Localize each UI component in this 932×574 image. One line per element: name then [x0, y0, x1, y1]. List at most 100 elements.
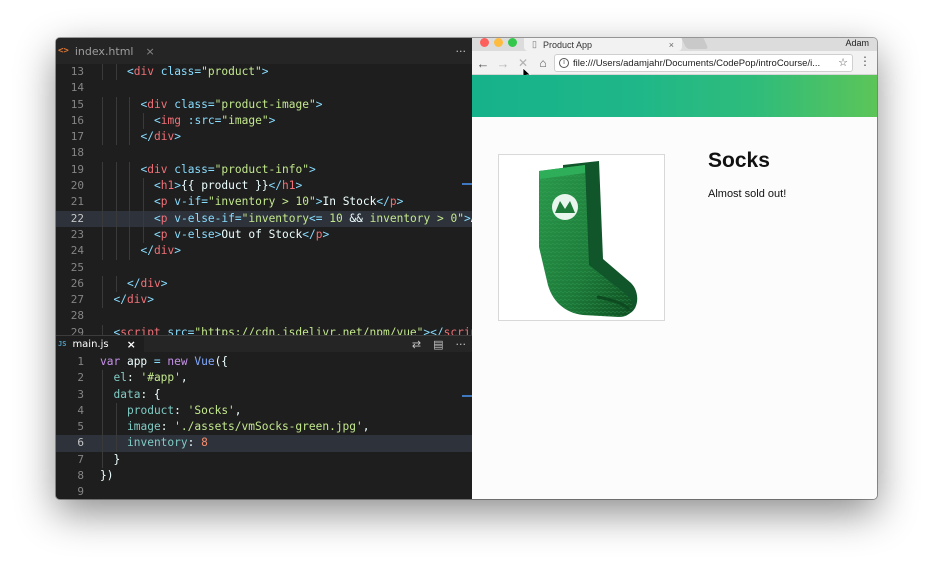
- forward-arrow-icon[interactable]: →: [494, 53, 512, 73]
- code-line[interactable]: 9: [56, 484, 472, 499]
- indent-guide: [115, 161, 117, 179]
- code-line[interactable]: 18: [56, 145, 472, 161]
- indent-guide: [142, 112, 144, 130]
- code-token: "product": [201, 65, 262, 78]
- indent-guide: [102, 451, 103, 469]
- code-token: 10: [322, 211, 350, 225]
- split-editor-icon[interactable]: ▤: [433, 338, 443, 351]
- indent-guide: [102, 435, 103, 452]
- browser-tab-product-app[interactable]: ▯ Product App ×: [524, 38, 682, 51]
- code-line[interactable]: 4 product: 'Socks',: [56, 402, 472, 420]
- more-actions-icon[interactable]: ···: [456, 45, 467, 58]
- browser-toolbar: ← → ✕ ⌂ i file:///Users/adamjahr/Documen…: [472, 51, 877, 75]
- line-number: 26: [70, 276, 84, 290]
- code-token: div: [133, 65, 154, 78]
- close-tab-icon[interactable]: ×: [146, 45, 155, 58]
- code-token: './assets/vmSocks-green.jpg': [174, 420, 363, 434]
- code-line[interactable]: 23 <p v-else>Out of Stock</p>: [56, 226, 472, 244]
- code-token: div: [140, 276, 161, 290]
- html-file-icon: <>: [58, 46, 69, 56]
- code-line[interactable]: 24 </div>: [56, 243, 472, 260]
- code-token: >: [322, 227, 330, 241]
- code-line[interactable]: 8}): [56, 468, 472, 484]
- info-icon[interactable]: i: [559, 58, 569, 68]
- minimize-window-button[interactable]: [494, 38, 503, 47]
- indent-guide: [115, 194, 117, 211]
- code-token: script: [120, 325, 161, 335]
- code-line[interactable]: 1 var app = new Vue({: [56, 354, 472, 370]
- code-line[interactable]: 3 data: {: [56, 386, 472, 403]
- code-token: :src: [187, 113, 215, 127]
- page-viewport: Socks Almost sold out!: [472, 75, 877, 499]
- js-code-view[interactable]: 1 var app = new Vue({2 el: '#app', 3 data: {…: [56, 352, 472, 499]
- code-line[interactable]: 7}: [56, 451, 472, 469]
- bookmark-star-icon[interactable]: ☆: [838, 56, 848, 69]
- code-token: </: [268, 179, 283, 193]
- home-icon[interactable]: ⌂: [534, 53, 552, 73]
- indent-guide: [115, 64, 117, 81]
- line-number: 24: [70, 244, 84, 258]
- code-token: }: [113, 452, 121, 466]
- line-number: 4: [77, 403, 84, 417]
- compare-changes-icon[interactable]: ⇄: [412, 338, 421, 351]
- profile-name[interactable]: Adam: [845, 38, 869, 48]
- indent-guide: [102, 275, 103, 293]
- code-line[interactable]: 26 </div>: [56, 275, 472, 293]
- new-tab-button[interactable]: [681, 38, 709, 49]
- indent-guide: [115, 210, 117, 227]
- code-line[interactable]: 25: [56, 260, 472, 276]
- indent-guide: [129, 210, 130, 227]
- close-tab-icon[interactable]: ×: [669, 40, 674, 50]
- code-token: =: [234, 211, 242, 225]
- code-line[interactable]: 27 </div>: [56, 292, 472, 309]
- close-tab-icon[interactable]: ×: [127, 338, 136, 351]
- code-token: '#app': [140, 371, 181, 385]
- indent-guide: [129, 194, 130, 211]
- code-line[interactable]: 14: [56, 80, 472, 96]
- code-line[interactable]: 29 <script src="https://cdn.jsdelivr.net/…: [56, 324, 472, 335]
- code-line[interactable]: 28: [56, 308, 472, 324]
- close-window-button[interactable]: [480, 38, 489, 47]
- code-line[interactable]: 22 <p v-else-if="inventory<= 10 && invent…: [56, 210, 472, 227]
- code-line[interactable]: 15 <div class="product-image">: [56, 96, 472, 113]
- code-token: "https://cdn.jsdelivr.net/npm/vue": [194, 325, 424, 335]
- code-line[interactable]: 19 <div class="product-info">: [56, 161, 472, 179]
- code-line[interactable]: 6 inventory: 8: [56, 435, 472, 452]
- line-number: 7: [77, 452, 84, 466]
- code-line[interactable]: 21 <p v-if="inventory > 10">In Stock</p>: [56, 194, 472, 211]
- tab-index-html[interactable]: <> index.html ×: [56, 38, 163, 64]
- code-token: </: [140, 244, 154, 258]
- code-token: h1: [282, 179, 296, 193]
- tab-main-js[interactable]: JS main.js ×: [56, 336, 144, 352]
- maximize-window-button[interactable]: [508, 38, 517, 47]
- code-line[interactable]: 16 <img :src="image">: [56, 112, 472, 130]
- html-code-view[interactable]: 13 <div class="product"> 14 15 <div class="p…: [56, 64, 472, 335]
- address-bar[interactable]: i file:///Users/adamjahr/Documents/CodeP…: [554, 54, 853, 72]
- line-number: 6: [77, 436, 84, 450]
- code-line[interactable]: 17 </div>: [56, 129, 472, 146]
- indent-guide: [115, 402, 117, 420]
- code-token: el: [113, 371, 127, 385]
- line-number: 1: [77, 355, 84, 368]
- more-actions-icon[interactable]: ···: [456, 338, 467, 351]
- code-line[interactable]: 5 image: './assets/vmSocks-green.jpg',: [56, 419, 472, 436]
- url-text[interactable]: file:///Users/adamjahr/Documents/CodePop…: [573, 58, 833, 69]
- code-text: <div class="product-info">: [141, 162, 316, 178]
- browser-menu-icon[interactable]: ⋮: [859, 54, 871, 68]
- line-number: 29: [70, 325, 84, 335]
- code-line[interactable]: 13 <div class="product">: [56, 64, 472, 81]
- code-line[interactable]: 2 el: '#app',: [56, 370, 472, 387]
- back-arrow-icon[interactable]: ←: [474, 53, 492, 73]
- code-token: div: [153, 244, 175, 258]
- line-number: 8: [77, 469, 84, 483]
- code-text: </div>: [127, 276, 167, 292]
- line-number: 20: [70, 179, 84, 193]
- code-token: p: [389, 195, 397, 209]
- code-token: =: [207, 162, 215, 176]
- indent-guide: [115, 226, 117, 244]
- code-line[interactable]: 20 <h1>{{ product }}</h1>: [56, 178, 472, 195]
- browser-window: ▯ Product App × Adam ← → ✕ ⌂ i file:///U…: [472, 38, 877, 499]
- html-editor-actions: ···: [456, 38, 467, 64]
- code-token: ,: [234, 403, 242, 417]
